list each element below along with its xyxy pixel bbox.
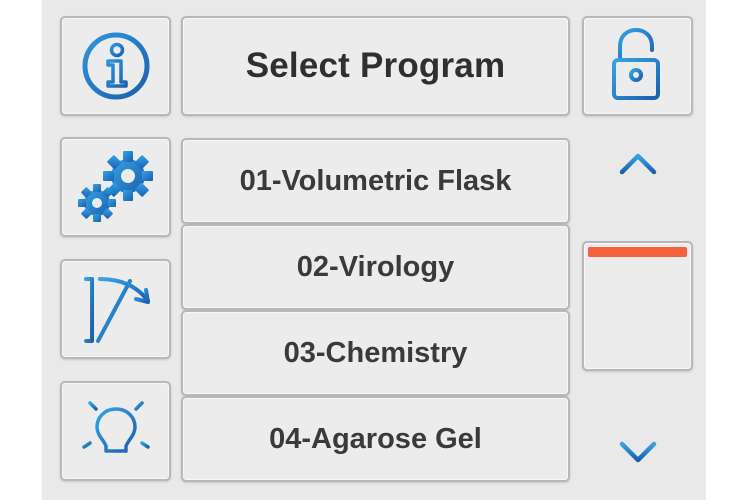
program-item-04[interactable]: 04-Agarose Gel (181, 396, 570, 482)
program-label: 01-Volumetric Flask (239, 164, 512, 197)
program-label: 03-Chemistry (283, 336, 468, 369)
scrollbar-track[interactable] (582, 241, 693, 371)
arrow-down-icon (618, 410, 658, 471)
program-item-02[interactable]: 02-Virology (181, 224, 570, 310)
page-title: Select Program (245, 46, 506, 85)
calibration-icon (74, 269, 158, 349)
lock-button[interactable] (582, 16, 693, 116)
scrollbar-thumb[interactable] (588, 247, 687, 257)
program-item-03[interactable]: 03-Chemistry (181, 310, 570, 396)
unlock-icon (608, 26, 668, 106)
settings-button[interactable] (60, 137, 171, 237)
calibrate-button[interactable] (60, 259, 171, 359)
arrow-up-icon (618, 150, 658, 211)
program-label: 04-Agarose Gel (269, 422, 482, 455)
info-button[interactable] (60, 16, 171, 116)
scroll-down-button[interactable] (600, 400, 676, 480)
info-icon (80, 30, 152, 102)
scroll-up-button[interactable] (600, 140, 676, 220)
gears-icon (71, 147, 161, 227)
program-item-01[interactable]: 01-Volumetric Flask (181, 138, 570, 224)
program-label: 02-Virology (296, 250, 455, 283)
lightbulb-icon (76, 389, 156, 473)
header-title-box: Select Program (181, 16, 570, 116)
tips-button[interactable] (60, 381, 171, 481)
